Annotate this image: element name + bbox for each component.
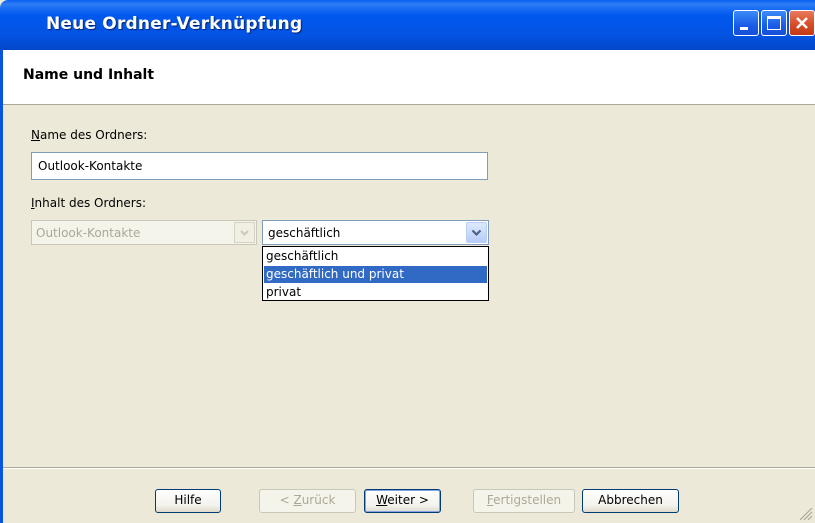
- source-combo-value: Outlook-Kontakte: [36, 226, 141, 240]
- back-button-accesskey: Z: [293, 493, 302, 507]
- close-button[interactable]: [789, 10, 815, 36]
- window-border-left: [0, 50, 3, 523]
- next-button-accesskey: W: [376, 493, 388, 507]
- maximize-button[interactable]: [761, 10, 787, 36]
- close-icon: [796, 17, 808, 29]
- finish-button[interactable]: Fertigstellen: [473, 489, 575, 513]
- content-label-text: nhalt des Ordners:: [34, 196, 147, 210]
- button-separator: [3, 467, 815, 469]
- source-combo-arrow: [234, 222, 255, 243]
- next-button[interactable]: Weiter >: [364, 489, 441, 513]
- title-bar[interactable]: Neue Ordner-Verknüpfung: [0, 0, 815, 50]
- name-label-accesskey: N: [31, 128, 40, 142]
- minimize-icon: [740, 27, 748, 30]
- window-title: Neue Ordner-Verknüpfung: [46, 14, 303, 34]
- contact-type-combo-arrow[interactable]: [466, 222, 487, 243]
- back-button[interactable]: < Zurück: [259, 489, 356, 513]
- contact-type-dropdown[interactable]: geschäftlich geschäftlich und privat pri…: [262, 246, 489, 301]
- page-title: Name und Inhalt: [23, 67, 155, 83]
- name-label: Name des Ordners:: [31, 128, 147, 142]
- contact-type-combo-value: geschäftlich: [268, 226, 341, 240]
- content-label: Inhalt des Ordners:: [31, 196, 146, 210]
- source-combo: Outlook-Kontakte: [31, 220, 257, 245]
- dropdown-option-privat[interactable]: privat: [264, 284, 487, 301]
- help-button[interactable]: Hilfe: [155, 489, 221, 513]
- folder-name-input[interactable]: Outlook-Kontakte: [31, 152, 488, 180]
- maximize-icon: [767, 16, 781, 30]
- chevron-down-icon: [471, 229, 482, 237]
- cancel-button[interactable]: Abbrechen: [582, 489, 679, 513]
- resize-grip-icon[interactable]: [797, 505, 813, 521]
- back-button-prefix: <: [279, 493, 294, 507]
- dropdown-option-geschaeftlich[interactable]: geschäftlich: [264, 248, 487, 265]
- finish-button-text: ertigstellen: [493, 493, 562, 507]
- minimize-button[interactable]: [733, 10, 759, 36]
- wizard-header: Name und Inhalt: [3, 50, 815, 105]
- contact-type-combo[interactable]: geschäftlich: [262, 220, 489, 245]
- chevron-down-icon: [240, 230, 249, 236]
- name-label-text: ame des Ordners:: [39, 128, 148, 142]
- dropdown-option-geschaeftlich-und-privat[interactable]: geschäftlich und privat: [264, 266, 487, 283]
- next-button-text: eiter >: [387, 493, 429, 507]
- back-button-text: urück: [301, 493, 336, 507]
- wizard-window: Neue Ordner-Verknüpfung Name und Inhalt …: [0, 0, 815, 523]
